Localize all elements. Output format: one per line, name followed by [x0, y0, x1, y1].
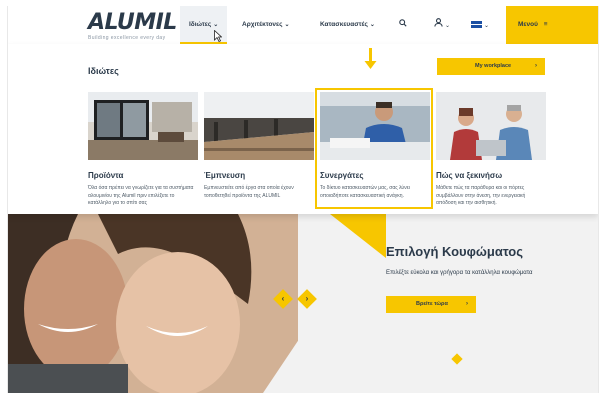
mouse-cursor-icon: [214, 30, 222, 42]
chevron-down-icon: ⌄: [369, 22, 375, 28]
hero-subtitle: Επιλέξτε εύκολα και γρήγορα τα κατάλληλα…: [386, 270, 533, 276]
mega-menu-individuals: Ιδιώτες My workplace › Προϊόντα Όλα όσα …: [8, 44, 598, 214]
greek-flag-icon: [471, 21, 482, 29]
menu-card-products[interactable]: Προϊόντα Όλα όσα πρέπει να γνωρίζετε για…: [88, 92, 198, 208]
slider-next-button[interactable]: ›: [297, 289, 317, 309]
inspiration-image: [204, 92, 314, 160]
chevron-right-icon: ›: [535, 63, 537, 69]
chevron-right-icon: ›: [466, 301, 468, 307]
chevron-down-icon: ⌄: [445, 23, 451, 29]
chevron-down-icon: ⌄: [213, 22, 219, 28]
site-header: ALUMIL Building excellence every day Ιδι…: [8, 6, 598, 45]
nav-label: Κατασκευαστές: [320, 21, 368, 28]
nav-label: Ιδιώτες: [189, 21, 212, 28]
menu-button[interactable]: Μενού ≡: [506, 6, 598, 44]
language-flag-icon[interactable]: ⌄: [471, 6, 489, 44]
card-title: Έμπνευση: [204, 171, 246, 180]
decorative-diamond: [451, 353, 463, 365]
nav-item-fabricators[interactable]: Κατασκευαστές ⌄: [320, 6, 375, 44]
find-now-label: Βρείτε τώρα: [416, 301, 448, 307]
hero-couple-photo: [8, 214, 298, 393]
yellow-stripe: [330, 214, 386, 258]
chevron-left-icon: ‹: [281, 294, 285, 303]
chevron-down-icon: ⌄: [484, 23, 490, 29]
chevron-down-icon: ⌄: [284, 22, 290, 28]
logo-wordmark: ALUMIL: [88, 10, 177, 35]
chevron-right-icon: ›: [305, 294, 309, 303]
alumil-logo[interactable]: ALUMIL Building excellence every day: [88, 10, 177, 42]
highlight-frame: [315, 88, 433, 209]
slider-prev-button[interactable]: ‹: [273, 289, 293, 309]
nav-label: Αρχιτέκτονες: [242, 21, 283, 28]
browser-viewport: ALUMIL Building excellence every day Ιδι…: [7, 6, 599, 393]
products-image: [88, 92, 198, 160]
how-to-start-image: [436, 92, 546, 160]
user-icon[interactable]: ⌄: [434, 6, 450, 44]
card-title: Προϊόντα: [88, 171, 124, 180]
hamburger-icon: ≡: [543, 21, 548, 28]
search-icon[interactable]: [399, 6, 407, 44]
card-title: Πώς να ξεκινήσω: [436, 171, 503, 180]
mega-menu-title: Ιδιώτες: [88, 66, 119, 76]
hero-banner: ‹ › Επιλογή Κουφώματος Επιλέξτε εύκολα κ…: [8, 214, 598, 393]
nav-item-architects[interactable]: Αρχιτέκτονες ⌄: [242, 6, 290, 44]
menu-label: Μενού: [518, 21, 538, 28]
hero-title: Επιλογή Κουφώματος: [386, 244, 523, 259]
menu-card-how-to-start[interactable]: Πώς να ξεκινήσω Μάθετε πώς τα παράθυρα κ…: [436, 92, 546, 208]
find-now-button[interactable]: Βρείτε τώρα ›: [386, 296, 476, 313]
menu-card-inspiration[interactable]: Έμπνευση Εμπνευστείτε από έργα στα οποία…: [204, 92, 314, 200]
logo-tagline: Building excellence every day: [88, 35, 166, 41]
card-description: Όλα όσα πρέπει να γνωρίζετε για τα συστή…: [88, 185, 194, 206]
my-workplace-button[interactable]: My workplace ›: [437, 58, 545, 75]
my-workplace-label: My workplace: [475, 63, 512, 69]
card-description: Μάθετε πώς τα παράθυρα και οι πόρτες συμ…: [436, 185, 526, 206]
card-description: Εμπνευστείτε από έργα στα οποία έχουν το…: [204, 185, 294, 199]
